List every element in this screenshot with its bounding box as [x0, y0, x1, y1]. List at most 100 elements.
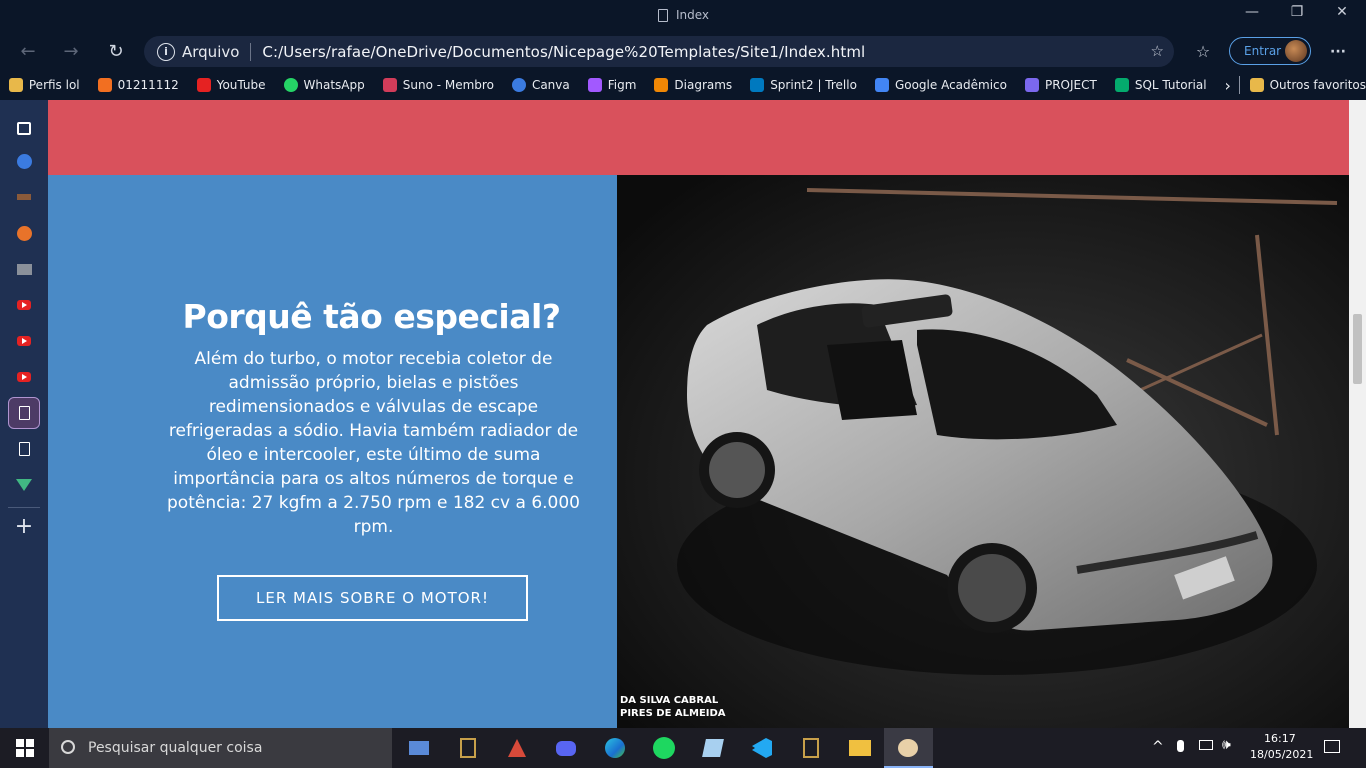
vue-icon[interactable]	[14, 475, 34, 495]
title-bar: Index — ❐ ✕	[0, 0, 1366, 33]
game-launcher-icon[interactable]	[504, 736, 530, 760]
bookmark-item[interactable]: WhatsApp	[283, 78, 365, 92]
windows-taskbar: Pesquisar qualquer coisa ^ 🕪 16:17 18/05…	[0, 728, 1366, 768]
spotify-icon[interactable]	[651, 736, 677, 760]
search-placeholder: Pesquisar qualquer coisa	[88, 740, 263, 756]
taskbar-search-input[interactable]: Pesquisar qualquer coisa	[49, 728, 392, 768]
refresh-button[interactable]: ↻	[102, 40, 130, 64]
bookmark-item[interactable]: YouTube	[196, 78, 266, 92]
address-bar[interactable]: i Arquivo C:/Users/rafae/OneDrive/Docume…	[144, 36, 1174, 67]
info-icon[interactable]: i	[157, 42, 175, 61]
league-of-legends-icon[interactable]	[455, 736, 481, 760]
search-icon	[61, 740, 75, 754]
restore-button[interactable]: ❐	[1274, 4, 1320, 20]
scholar-icon	[874, 78, 889, 92]
figma-icon	[587, 78, 602, 92]
youtube-icon[interactable]	[14, 295, 34, 315]
app-icon[interactable]	[14, 223, 34, 243]
site-icon[interactable]	[14, 187, 34, 207]
file-explorer-icon[interactable]	[847, 736, 873, 760]
diagrams-icon	[654, 78, 669, 92]
sign-in-button[interactable]: Entrar	[1229, 37, 1311, 65]
edge-sidebar: +	[0, 100, 48, 728]
photo-credit-line: DA SILVA CABRAL	[620, 695, 719, 706]
scrollbar-thumb[interactable]	[1353, 314, 1362, 384]
w3schools-icon	[1114, 78, 1129, 92]
bookmark-item[interactable]: Figm	[587, 78, 637, 92]
youtube-icon[interactable]	[14, 331, 34, 351]
canva-icon[interactable]	[14, 151, 34, 171]
other-favorites-label: Outros favoritos	[1269, 78, 1366, 92]
add-favorite-icon[interactable]: ☆	[1151, 42, 1164, 60]
forward-button[interactable]: →	[57, 40, 85, 64]
bookmark-item[interactable]: 01211112	[97, 78, 179, 92]
url-text[interactable]: C:/Users/rafae/OneDrive/Documentos/Nicep…	[262, 43, 865, 61]
scheme-label: Arquivo	[182, 42, 240, 61]
bookmark-label: Google Acadêmico	[894, 78, 1007, 92]
show-hidden-icons[interactable]: ^	[1152, 739, 1164, 755]
volume-icon[interactable]: 🕪	[1222, 737, 1231, 753]
bookmarks-overflow-button[interactable]: ›	[1225, 76, 1231, 95]
read-more-button[interactable]: LER MAIS SOBRE O MOTOR!	[217, 575, 528, 621]
microphone-icon[interactable]	[1177, 740, 1184, 755]
bookmark-item[interactable]: Suno - Membro	[382, 78, 494, 92]
clock-time[interactable]: 16:17	[1264, 732, 1296, 745]
navigation-bar: ← → ↻ i Arquivo C:/Users/rafae/OneDrive/…	[0, 33, 1366, 70]
canva-icon	[511, 78, 526, 92]
bookmark-item[interactable]: Canva	[511, 78, 570, 92]
divider	[250, 42, 252, 61]
project-icon	[1024, 78, 1039, 92]
car-photo: DA SILVA CABRAL PIRES DE ALMEIDA	[617, 175, 1349, 728]
bookmark-label: Figm	[607, 78, 637, 92]
bookmarks-bar: Perfis lol 01211112 YouTube WhatsApp Sun…	[0, 70, 1366, 100]
folder-icon	[8, 78, 23, 92]
tab-title[interactable]: Index	[658, 8, 709, 22]
bookmark-label: Sprint2 | Trello	[770, 78, 857, 92]
bookmark-label: WhatsApp	[303, 78, 365, 92]
section-heading: Porquê tão especial?	[182, 297, 561, 336]
page-icon	[658, 8, 668, 22]
vertical-scrollbar[interactable]	[1349, 100, 1366, 728]
other-favorites[interactable]: Outros favoritos	[1249, 78, 1366, 92]
bookmark-label: Perfis lol	[28, 78, 80, 92]
clock-date[interactable]: 18/05/2021	[1250, 748, 1313, 761]
notification-icon[interactable]	[1324, 740, 1340, 756]
trello-icon	[750, 78, 765, 92]
bookmark-item[interactable]: Diagrams	[654, 78, 732, 92]
edge-icon[interactable]	[602, 736, 628, 760]
photo-credit-line: PIRES DE ALMEIDA	[620, 708, 726, 719]
back-button[interactable]: ←	[14, 40, 42, 64]
add-icon[interactable]: +	[14, 514, 34, 539]
paint-icon[interactable]	[895, 736, 921, 760]
tab-title-label: Index	[676, 8, 710, 22]
bookmark-item[interactable]: Sprint2 | Trello	[750, 78, 857, 92]
bookmark-label: Suno - Membro	[402, 78, 494, 92]
youtube-icon	[196, 78, 211, 92]
bookmark-item[interactable]: PROJECT	[1024, 78, 1097, 92]
whatsapp-icon	[283, 78, 298, 92]
favorites-icon[interactable]: ☆	[1189, 40, 1217, 64]
vscode-icon[interactable]	[749, 736, 775, 760]
close-button[interactable]: ✕	[1319, 4, 1365, 20]
discord-icon[interactable]	[553, 736, 579, 760]
network-icon[interactable]	[1199, 740, 1213, 753]
car-image	[617, 175, 1349, 728]
document-icon[interactable]	[8, 397, 40, 429]
bookmark-label: YouTube	[216, 78, 266, 92]
youtube-icon[interactable]	[14, 367, 34, 387]
more-menu-button[interactable]: ···	[1324, 40, 1352, 64]
tab-actions-icon[interactable]	[14, 118, 34, 138]
site-icon[interactable]	[14, 259, 34, 279]
minimize-button[interactable]: —	[1229, 4, 1275, 20]
bookmark-item[interactable]: Google Acadêmico	[874, 78, 1007, 92]
bookmark-label: 01211112	[117, 78, 179, 92]
windows-start-icon[interactable]	[12, 736, 38, 760]
league-client-icon[interactable]	[798, 736, 824, 760]
bookmark-label: Canva	[531, 78, 570, 92]
laptop-app-icon[interactable]	[406, 736, 432, 760]
app-icon[interactable]	[700, 736, 726, 760]
bookmark-item[interactable]: SQL Tutorial	[1114, 78, 1207, 92]
bookmark-item[interactable]: Perfis lol	[8, 78, 80, 92]
bookmark-label: Diagrams	[674, 78, 733, 92]
document-icon[interactable]	[14, 439, 34, 459]
